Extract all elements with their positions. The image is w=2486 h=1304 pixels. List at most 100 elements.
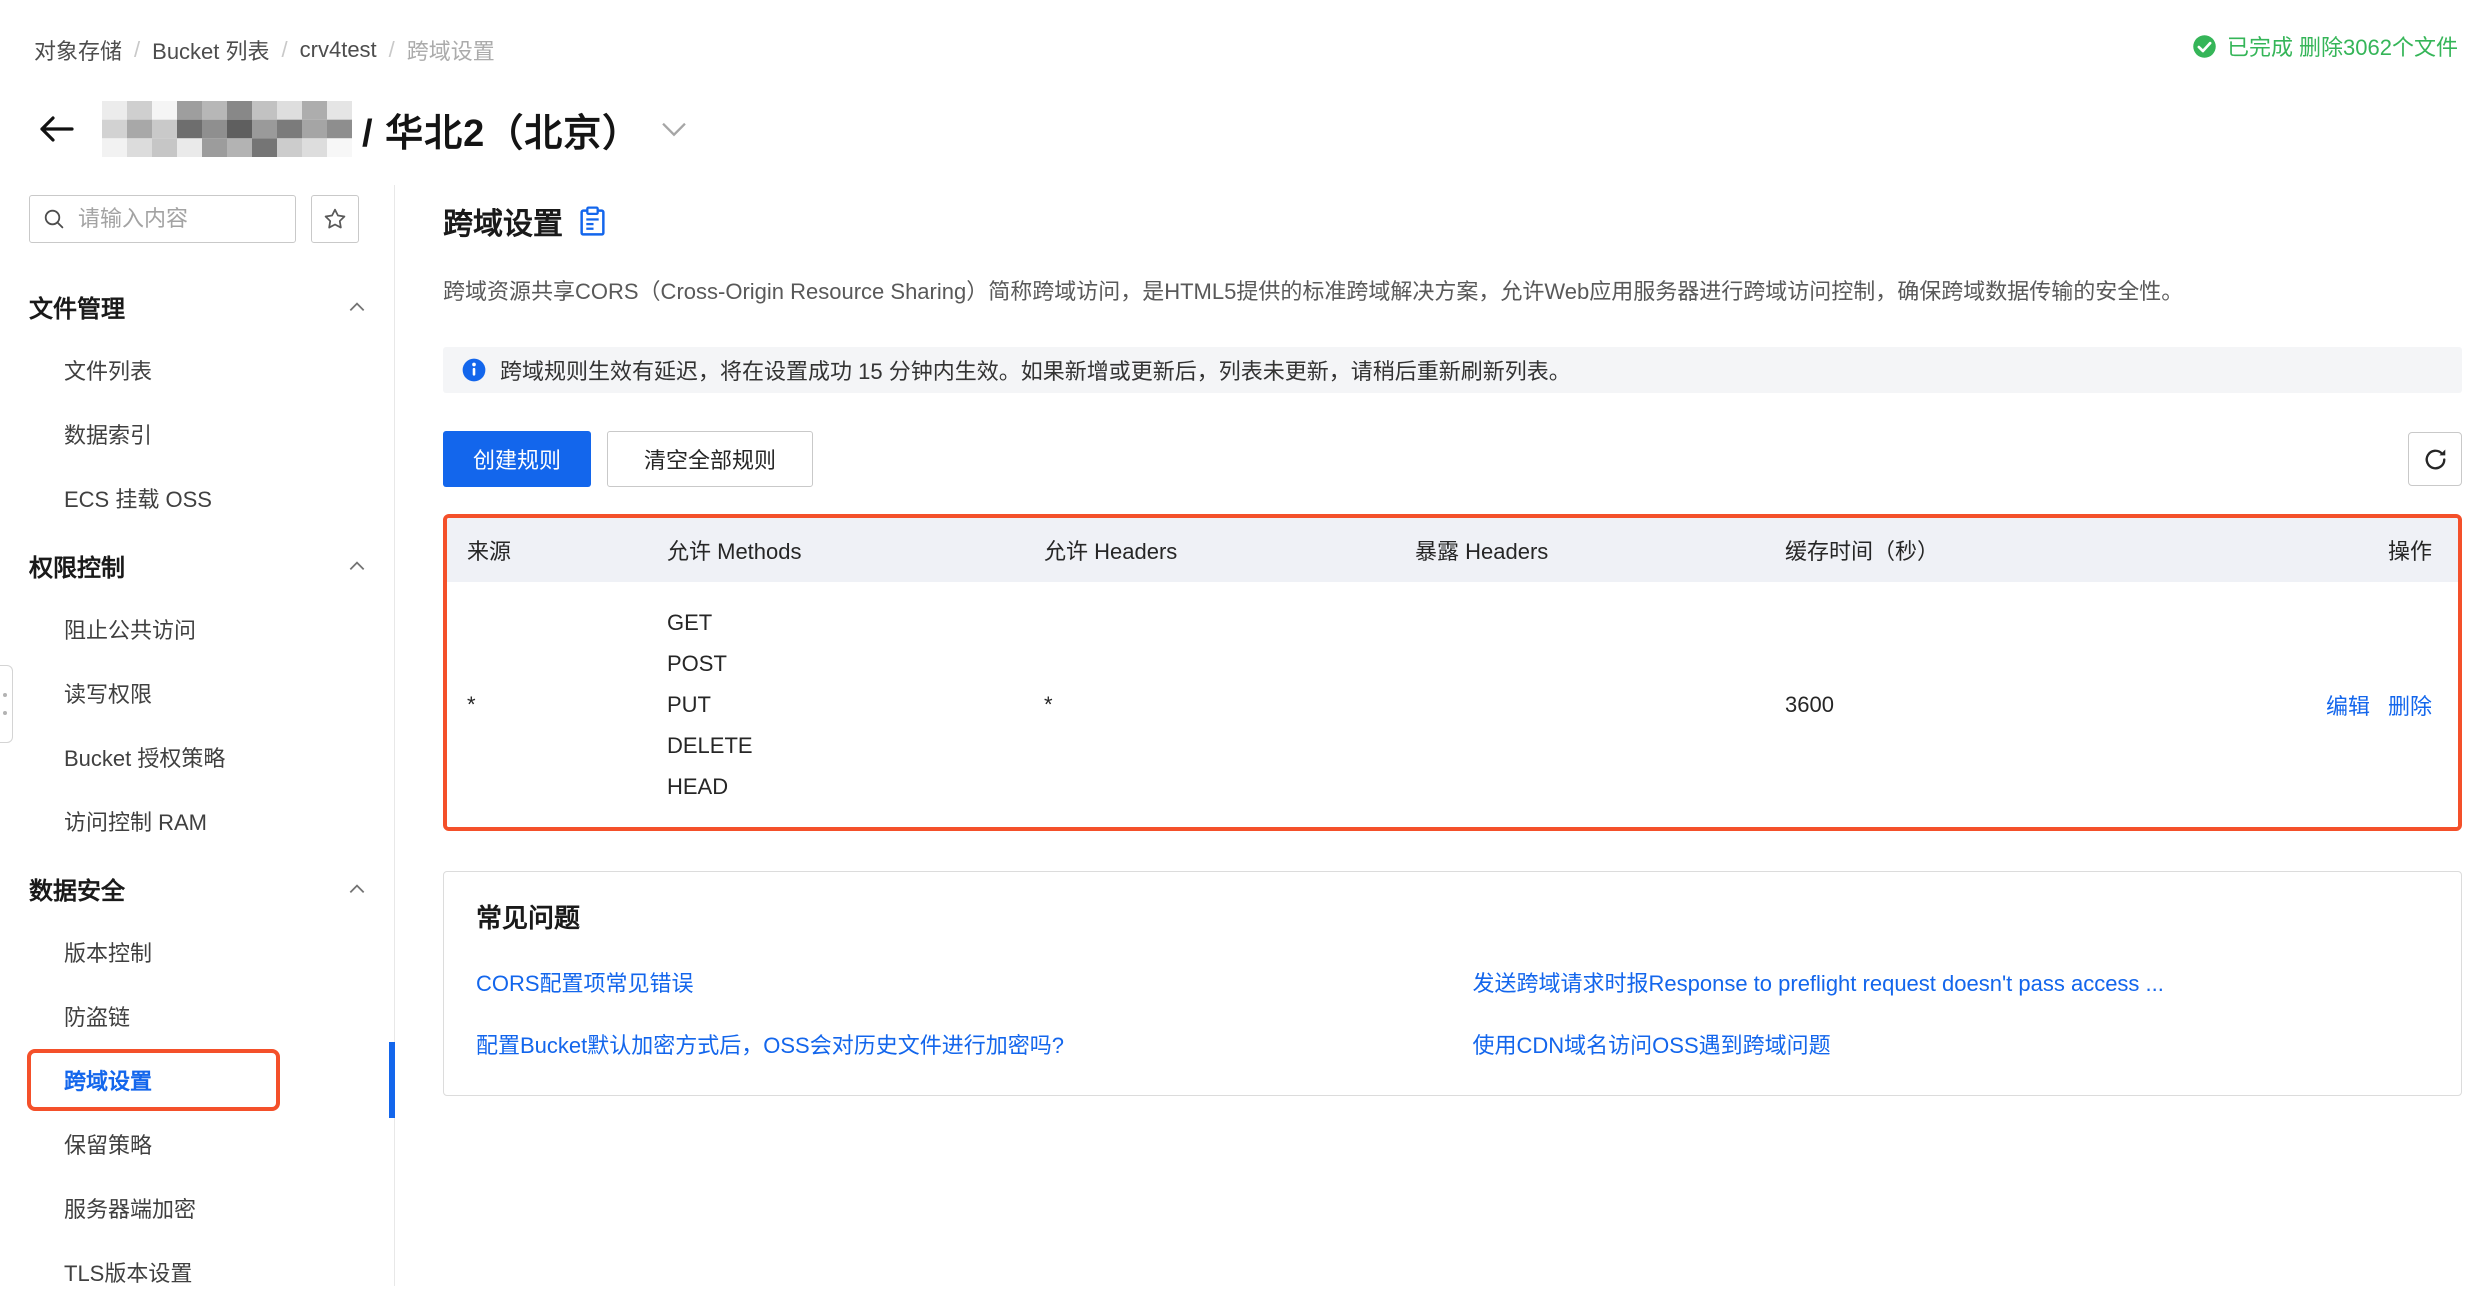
faq-column: 发送跨域请求时报Response to preflight request do… [1473,969,2430,1061]
toolbar: 创建规则 清空全部规则 [443,431,2462,487]
sidebar-item-访问控制 RAM[interactable]: 访问控制 RAM [0,789,394,853]
sidebar-item-label: Bucket 授权策略 [64,741,225,773]
sidebar-item-版本控制[interactable]: 版本控制 [0,920,394,984]
edit-link[interactable]: 编辑 [2326,694,2370,719]
drawer-handle[interactable] [0,665,13,743]
content-title-row: 跨域设置 [443,199,2462,243]
arrow-left-icon [36,114,76,144]
rules-table-header: 来源允许 Methods允许 Headers暴露 Headers缓存时间（秒）操… [447,518,2458,582]
sidebar-item-读写权限[interactable]: 读写权限 [0,661,394,725]
star-icon [322,206,348,232]
sidebar-item-数据索引[interactable]: 数据索引 [0,402,394,466]
content: 跨域设置 跨域资源共享CORS（Cross-Origin Resource Sh… [395,185,2486,1286]
sidebar-section-label: 文件管理 [29,289,125,324]
faq-link[interactable]: 配置Bucket默认加密方式后，OSS会对历史文件进行加密吗? [476,1031,1433,1061]
sidebar-nav: 文件管理文件列表数据索引 ECS 挂载 OSS 权限控制阻止公共访问读写权限 Buck… [0,289,394,1304]
faq-link[interactable]: 使用CDN域名访问OSS遇到跨域问题 [1473,1031,2430,1061]
column-header: 缓存时间（秒） [1765,534,2205,566]
sidebar-item-ECS 挂载 OSS[interactable]: ECS 挂载 OSS [0,466,394,530]
methods-cell: GET POST PUT DELETE HEAD [647,602,1024,807]
sidebar-item-label: 保留策略 [64,1128,152,1160]
sidebar-section-label: 权限控制 [29,548,125,583]
section-description: 跨域资源共享CORS（Cross-Origin Resource Sharing… [443,277,2462,307]
breadcrumb: 对象存储 / Bucket 列表 / crv4test / 跨域设置 [34,34,495,66]
origin-cell: * [447,692,647,718]
sidebar-item-文件列表[interactable]: 文件列表 [0,338,394,402]
page-header: / 华北2（北京） [36,98,687,160]
favorites-button[interactable] [311,195,359,243]
search-input[interactable] [76,205,283,233]
sidebar-item-防盗链[interactable]: 防盗链 [0,984,394,1048]
search-box [29,195,296,243]
breadcrumb-separator: / [282,37,288,63]
column-header: 允许 Methods [647,534,1024,566]
sidebar-item-label: TLS版本设置 [64,1256,192,1288]
back-button[interactable] [36,114,76,144]
sidebar-section: 权限控制阻止公共访问读写权限 Bucket 授权策略访问控制 RAM [0,548,394,853]
sidebar-item-label: 访问控制 RAM [64,805,207,837]
sidebar-item-跨域设置[interactable]: 跨域设置 [0,1048,394,1112]
sidebar-item-label: 文件列表 [64,354,152,386]
task-status-text: 已完成 删除3062个文件 [2227,30,2458,62]
clear-all-rules-button[interactable]: 清空全部规则 [607,431,813,487]
sidebar-section-header[interactable]: 权限控制 [29,548,365,583]
sidebar-section: 数据安全版本控制防盗链跨域设置保留策略服务器端加密 TLS版本设置 [0,871,394,1304]
faq-link[interactable]: 发送跨域请求时报Response to preflight request do… [1473,969,2430,999]
faq-link[interactable]: CORS配置项常见错误 [476,969,1433,999]
page-title: / 华北2（北京） [362,102,641,157]
sidebar-item-label: 跨域设置 [64,1064,152,1096]
search-icon [42,207,66,231]
main-layout: 文件管理文件列表数据索引 ECS 挂载 OSS 权限控制阻止公共访问读写权限 Buck… [0,185,2486,1286]
sidebar-item-label: 读写权限 [64,677,152,709]
create-rule-button[interactable]: 创建规则 [443,431,591,487]
sidebar-item-label: ECS 挂载 OSS [64,482,212,514]
faq-links: CORS配置项常见错误配置Bucket默认加密方式后，OSS会对历史文件进行加密… [476,969,2429,1061]
sidebar-section: 文件管理文件列表数据索引 ECS 挂载 OSS [0,289,394,530]
sidebar: 文件管理文件列表数据索引 ECS 挂载 OSS 权限控制阻止公共访问读写权限 Buck… [0,185,395,1286]
clipboard-icon[interactable] [579,206,606,237]
column-header: 允许 Headers [1024,534,1395,566]
info-banner-text: 跨域规则生效有延迟，将在设置成功 15 分钟内生效。如果新增或更新后，列表未更新… [500,354,1571,386]
refresh-button[interactable] [2408,432,2462,486]
breadcrumb-item[interactable]: crv4test [300,37,377,63]
column-header: 暴露 Headers [1395,534,1765,566]
chevron-up-icon [349,561,365,571]
task-status[interactable]: 已完成 删除3062个文件 [2191,30,2458,62]
breadcrumb-item[interactable]: Bucket 列表 [152,34,269,66]
top-bar: 对象存储 / Bucket 列表 / crv4test / 跨域设置 已完成 删除3062个… [0,0,2486,64]
sidebar-item-Bucket 授权策略[interactable]: Bucket 授权策略 [0,725,394,789]
sidebar-item-label: 服务器端加密 [64,1192,196,1224]
sidebar-item-TLS版本设置[interactable]: TLS版本设置 [0,1240,394,1304]
rule-row: *GET POST PUT DELETE HEAD* 3600 编辑删除 [447,582,2458,827]
refresh-icon [2422,446,2449,473]
column-header: 操作 [2205,534,2458,566]
sidebar-item-label: 防盗链 [64,1000,130,1032]
chevron-up-icon [349,302,365,312]
redacted-bucket-name [102,101,352,157]
allowed-headers-cell: * [1024,692,1395,718]
sidebar-item-阻止公共访问[interactable]: 阻止公共访问 [0,597,394,661]
sidebar-item-label: 数据索引 [64,418,152,450]
breadcrumb-separator: / [389,37,395,63]
chevron-down-icon[interactable] [661,122,687,137]
sidebar-item-保留策略[interactable]: 保留策略 [0,1112,394,1176]
delete-link[interactable]: 删除 [2388,694,2432,719]
cache-time-cell: 3600 [1765,692,2205,718]
sidebar-section-header[interactable]: 数据安全 [29,871,365,906]
active-item-indicator [389,1042,395,1118]
sidebar-section-header[interactable]: 文件管理 [29,289,365,324]
check-circle-icon [2191,33,2218,60]
breadcrumb-item: 跨域设置 [407,34,495,66]
oss-cors-settings-page: { "breadcrumb": { "separator": "/", "ite… [0,0,2486,1286]
sidebar-item-label: 版本控制 [64,936,152,968]
section-title: 跨域设置 [443,199,563,243]
column-header: 来源 [447,534,647,566]
sidebar-item-服务器端加密[interactable]: 服务器端加密 [0,1176,394,1240]
chevron-up-icon [349,884,365,894]
breadcrumb-separator: / [134,37,140,63]
rules-table-annotation-box: 来源允许 Methods允许 Headers暴露 Headers缓存时间（秒）操… [443,514,2462,831]
sidebar-section-label: 数据安全 [29,871,125,906]
sidebar-search-row [29,195,394,243]
faq-card: 常见问题 CORS配置项常见错误配置Bucket默认加密方式后，OSS会对历史文… [443,871,2462,1096]
breadcrumb-item[interactable]: 对象存储 [34,34,122,66]
